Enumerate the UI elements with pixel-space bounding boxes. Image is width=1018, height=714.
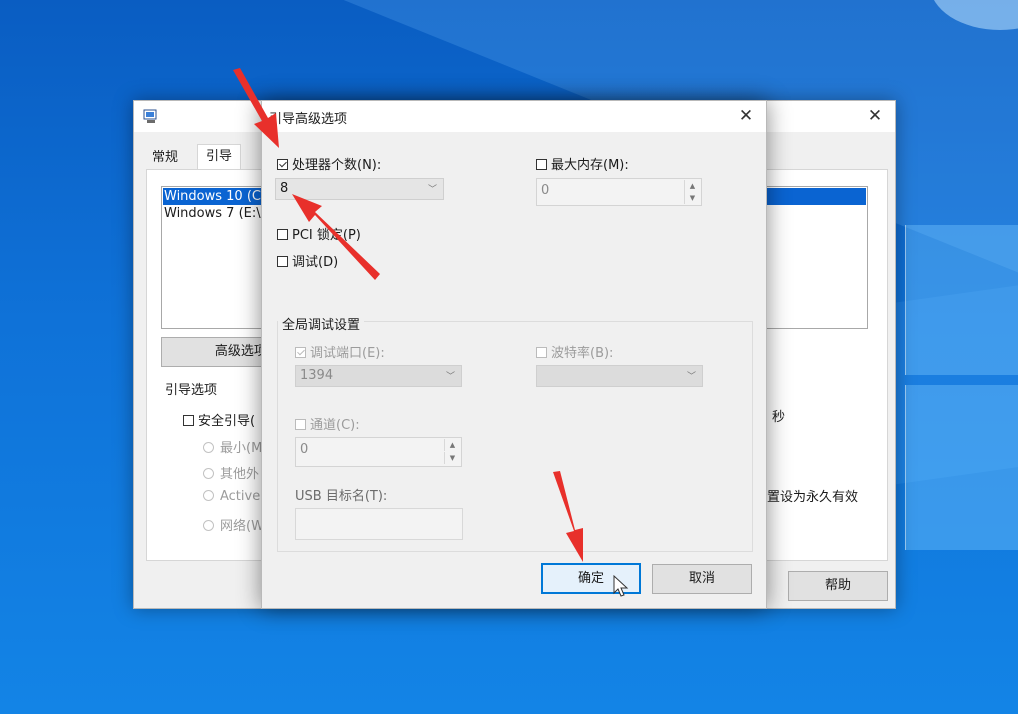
spin-down-icon[interactable]: ▼ <box>684 192 700 204</box>
safe-boot-minimal-radio[interactable]: 最小(M <box>203 437 262 456</box>
usb-target-input[interactable] <box>295 508 463 540</box>
max-memory-stepper[interactable]: 0 ▲ ▼ <box>536 178 702 206</box>
seconds-label: 秒 <box>772 410 786 425</box>
pci-lock-checkbox[interactable]: PCI 锁定(P) <box>277 224 361 243</box>
checkbox-icon <box>536 159 547 170</box>
safe-boot-checkbox[interactable]: 安全引导( <box>183 410 255 429</box>
checkbox-icon <box>277 229 288 240</box>
chevron-down-icon: ﹀ <box>686 372 696 382</box>
checkbox-icon <box>536 347 547 358</box>
dialog-title: 引导高级选项 <box>269 112 348 127</box>
debug-port-checkbox[interactable]: 调试端口(E): <box>295 342 385 361</box>
safe-boot-active-radio[interactable]: Active <box>203 489 260 504</box>
radio-icon <box>203 520 214 531</box>
radio-icon <box>203 468 214 479</box>
main-close-icon[interactable]: ✕ <box>853 101 897 132</box>
checkbox-icon <box>295 419 306 430</box>
tab-general[interactable]: 常规 <box>144 146 186 170</box>
ok-button[interactable]: 确定 <box>541 563 641 594</box>
processor-count-label: 处理器个数(N): <box>292 158 382 173</box>
debug-label: 调试(D) <box>292 255 339 270</box>
debug-port-value: 1394 <box>300 368 334 383</box>
boot-advanced-options-dialog: 引导高级选项 ✕ 处理器个数(N): 8 ﹀ 最大内存(M): 0 ▲ ▼ PC… <box>261 100 767 609</box>
radio-label: 其他外 <box>220 467 260 482</box>
max-memory-checkbox[interactable]: 最大内存(M): <box>536 154 629 173</box>
checkbox-icon <box>183 415 194 426</box>
dialog-titlebar: 引导高级选项 ✕ <box>262 101 766 132</box>
usb-target-label: USB 目标名(T): <box>295 489 388 504</box>
dialog-close-icon[interactable]: ✕ <box>724 101 768 132</box>
baud-rate-checkbox[interactable]: 波特率(B): <box>536 342 613 361</box>
help-button[interactable]: 帮助 <box>788 571 888 601</box>
channel-stepper[interactable]: 0 ▲ ▼ <box>295 437 462 467</box>
pci-lock-label: PCI 锁定(P) <box>292 228 361 243</box>
channel-label: 通道(C): <box>310 418 360 433</box>
checkbox-checked-icon <box>295 347 306 358</box>
radio-label: 网络(W <box>220 519 264 534</box>
debug-port-select[interactable]: 1394 ﹀ <box>295 365 462 387</box>
checkbox-icon <box>277 256 288 267</box>
baud-rate-label: 波特率(B): <box>551 346 614 361</box>
safe-boot-network-radio[interactable]: 网络(W <box>203 515 264 534</box>
baud-rate-select[interactable]: ﹀ <box>536 365 703 387</box>
processor-count-select[interactable]: 8 ﹀ <box>275 178 444 200</box>
radio-label: Active <box>220 489 261 504</box>
advanced-options-button[interactable]: 高级选项( <box>161 337 273 367</box>
chevron-down-icon: ﹀ <box>445 372 455 382</box>
chevron-down-icon: ﹀ <box>427 185 437 195</box>
spin-up-icon[interactable]: ▲ <box>444 439 460 451</box>
max-memory-value: 0 <box>541 183 550 198</box>
radio-icon <box>203 442 214 453</box>
safe-boot-label: 安全引导( <box>198 414 256 429</box>
channel-checkbox[interactable]: 通道(C): <box>295 414 360 433</box>
boot-options-title: 引导选项 <box>165 383 218 398</box>
max-memory-label: 最大内存(M): <box>551 158 629 173</box>
app-icon <box>143 109 159 128</box>
debug-port-label: 调试端口(E): <box>310 346 385 361</box>
global-debug-title: 全局调试设置 <box>278 314 365 333</box>
tab-boot[interactable]: 引导 <box>197 144 242 169</box>
checkbox-checked-icon <box>277 159 288 170</box>
processor-count-value: 8 <box>280 181 289 196</box>
channel-value: 0 <box>300 442 309 457</box>
cancel-button[interactable]: 取消 <box>652 564 752 594</box>
debug-checkbox[interactable]: 调试(D) <box>277 251 338 270</box>
spin-down-icon[interactable]: ▼ <box>444 452 460 464</box>
permanent-label: 置设为永久有效 <box>767 490 859 505</box>
global-debug-group: 全局调试设置 调试端口(E): 1394 ﹀ 波特率(B): ﹀ 通道(C): … <box>277 314 753 552</box>
spin-up-icon[interactable]: ▲ <box>684 180 700 192</box>
safe-boot-alternate-radio[interactable]: 其他外 <box>203 463 259 482</box>
radio-label: 最小(M <box>220 441 263 456</box>
radio-icon <box>203 490 214 501</box>
processor-count-checkbox[interactable]: 处理器个数(N): <box>277 154 381 173</box>
